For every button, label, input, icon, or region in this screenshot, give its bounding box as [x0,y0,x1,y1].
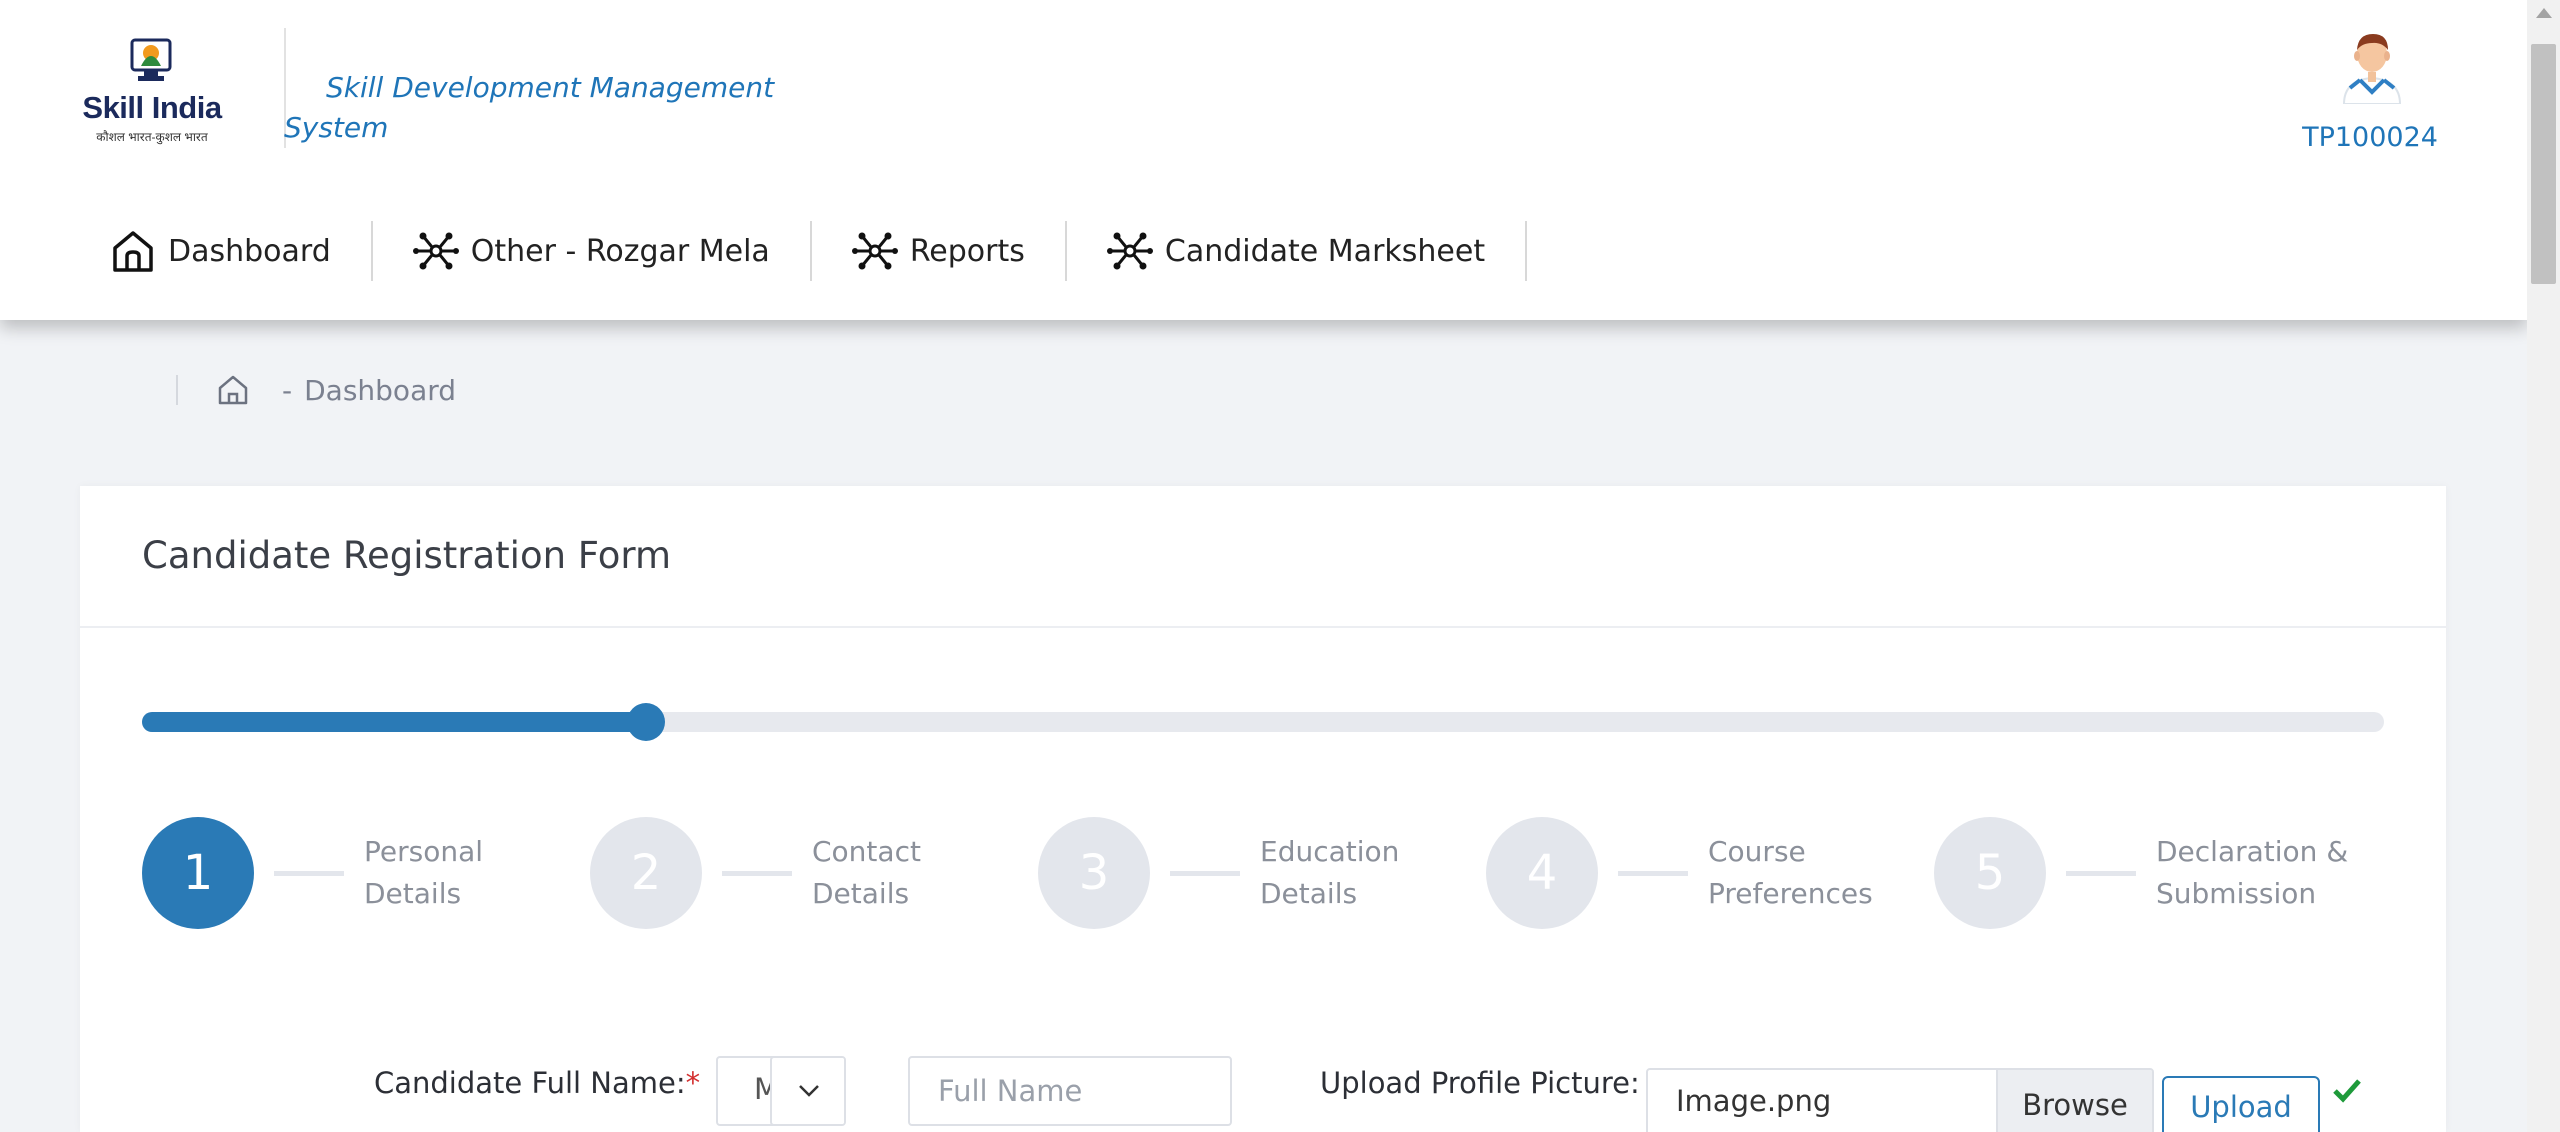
step-label: Contact Details [812,835,921,910]
nav-item-reports[interactable]: Reports [812,221,1067,281]
step-label: Declaration & Submission [2156,835,2349,910]
step-connector [722,870,792,876]
card-header: Candidate Registration Form [80,486,2446,628]
logo-tagline: कौशल भारत-कुशल भारत [96,130,208,144]
progress-fill [142,712,647,732]
app-title: Skill Development Management System [284,68,784,148]
profile-picture-file-input[interactable]: Image.png Browse [1646,1068,2154,1132]
file-name: Image.png [1676,1084,1832,1118]
name-title-dropdown-button[interactable] [770,1058,844,1124]
step-declaration-submission[interactable]: 5 Declaration & Submission [1934,816,2356,930]
breadcrumb: - Dashboard [176,370,456,410]
step-number: 1 [142,817,254,929]
top-header: Skill India कौशल भारत-कुशल भारत Skill De… [0,0,2527,320]
full-name-label-text: Candidate Full Name: [374,1066,686,1100]
breadcrumb-divider [176,375,178,405]
step-number: 3 [1038,817,1150,929]
step-label: Course Preferences [1708,835,1873,910]
chevron-down-icon [799,1085,819,1097]
step-label: Personal Details [364,835,484,910]
required-asterisk: * [685,1066,701,1100]
progress-bar [142,703,2384,741]
browse-button[interactable]: Browse [1996,1070,2152,1132]
step-number: 2 [590,817,702,929]
upload-picture-label: Upload Profile Picture: [1320,1066,1640,1100]
nav-item-label: Reports [909,233,1025,269]
page-scrollbar[interactable] [2527,0,2560,1132]
full-name-label: Candidate Full Name:* [374,1066,700,1100]
stepper: 1 Personal Details 2 Contact Details 3 E… [142,816,2412,930]
nav-item-rozgar-mela[interactable]: Other - Rozgar Mela [373,221,812,281]
main-nav: Dashboard Other - Rozgar Mela Reports Ca… [104,218,1528,284]
registration-card: Candidate Registration Form 1 Personal D… [80,486,2446,1132]
user-id-label[interactable]: TP100024 [2290,122,2450,153]
app-title-line-1: Skill Development Management [326,71,775,104]
skill-india-logo[interactable]: Skill India कौशल भारत-कुशल भारत [82,34,222,146]
nav-item-label: Candidate Marksheet [1164,233,1486,269]
home-icon [113,231,153,272]
full-name-row: Candidate Full Name:* M Upload Profile P… [80,1056,2446,1132]
upload-button[interactable]: Upload [2162,1076,2320,1132]
scroll-up-icon[interactable] [2536,8,2552,18]
app-title-line-2: System [284,111,389,144]
scrollbar-thumb[interactable] [2531,44,2556,284]
step-connector [2066,870,2136,876]
step-education-details[interactable]: 3 Education Details [1038,816,1420,930]
breadcrumb-current: Dashboard [304,373,457,407]
logo-wordmark: Skill India [82,90,222,125]
step-personal-details[interactable]: 1 Personal Details [142,816,574,930]
nav-item-label: Other - Rozgar Mela [470,233,770,269]
name-title-select[interactable]: M [716,1056,846,1126]
step-number: 5 [1934,817,2046,929]
step-connector [274,870,344,876]
check-icon [2333,1079,2361,1103]
page-title: Candidate Registration Form [142,534,672,577]
logo-emblem-icon [130,38,172,81]
full-name-input[interactable] [908,1056,1232,1126]
network-icon [1106,232,1153,270]
step-course-preferences[interactable]: 4 Course Preferences [1486,816,1878,930]
step-connector [1618,870,1688,876]
nav-item-candidate-marksheet[interactable]: Candidate Marksheet [1067,221,1528,281]
network-icon [851,232,898,270]
breadcrumb-separator: - [282,373,293,407]
nav-item-label: Dashboard [168,233,331,269]
step-number: 4 [1486,817,1598,929]
step-connector [1170,870,1240,876]
nav-item-dashboard[interactable]: Dashboard [104,221,373,281]
network-icon [412,232,459,270]
step-label: Education Details [1260,835,1400,910]
user-avatar-icon[interactable] [2338,28,2406,104]
step-contact-details[interactable]: 2 Contact Details [590,816,1022,930]
home-icon[interactable] [216,373,250,407]
progress-handle [627,703,666,741]
